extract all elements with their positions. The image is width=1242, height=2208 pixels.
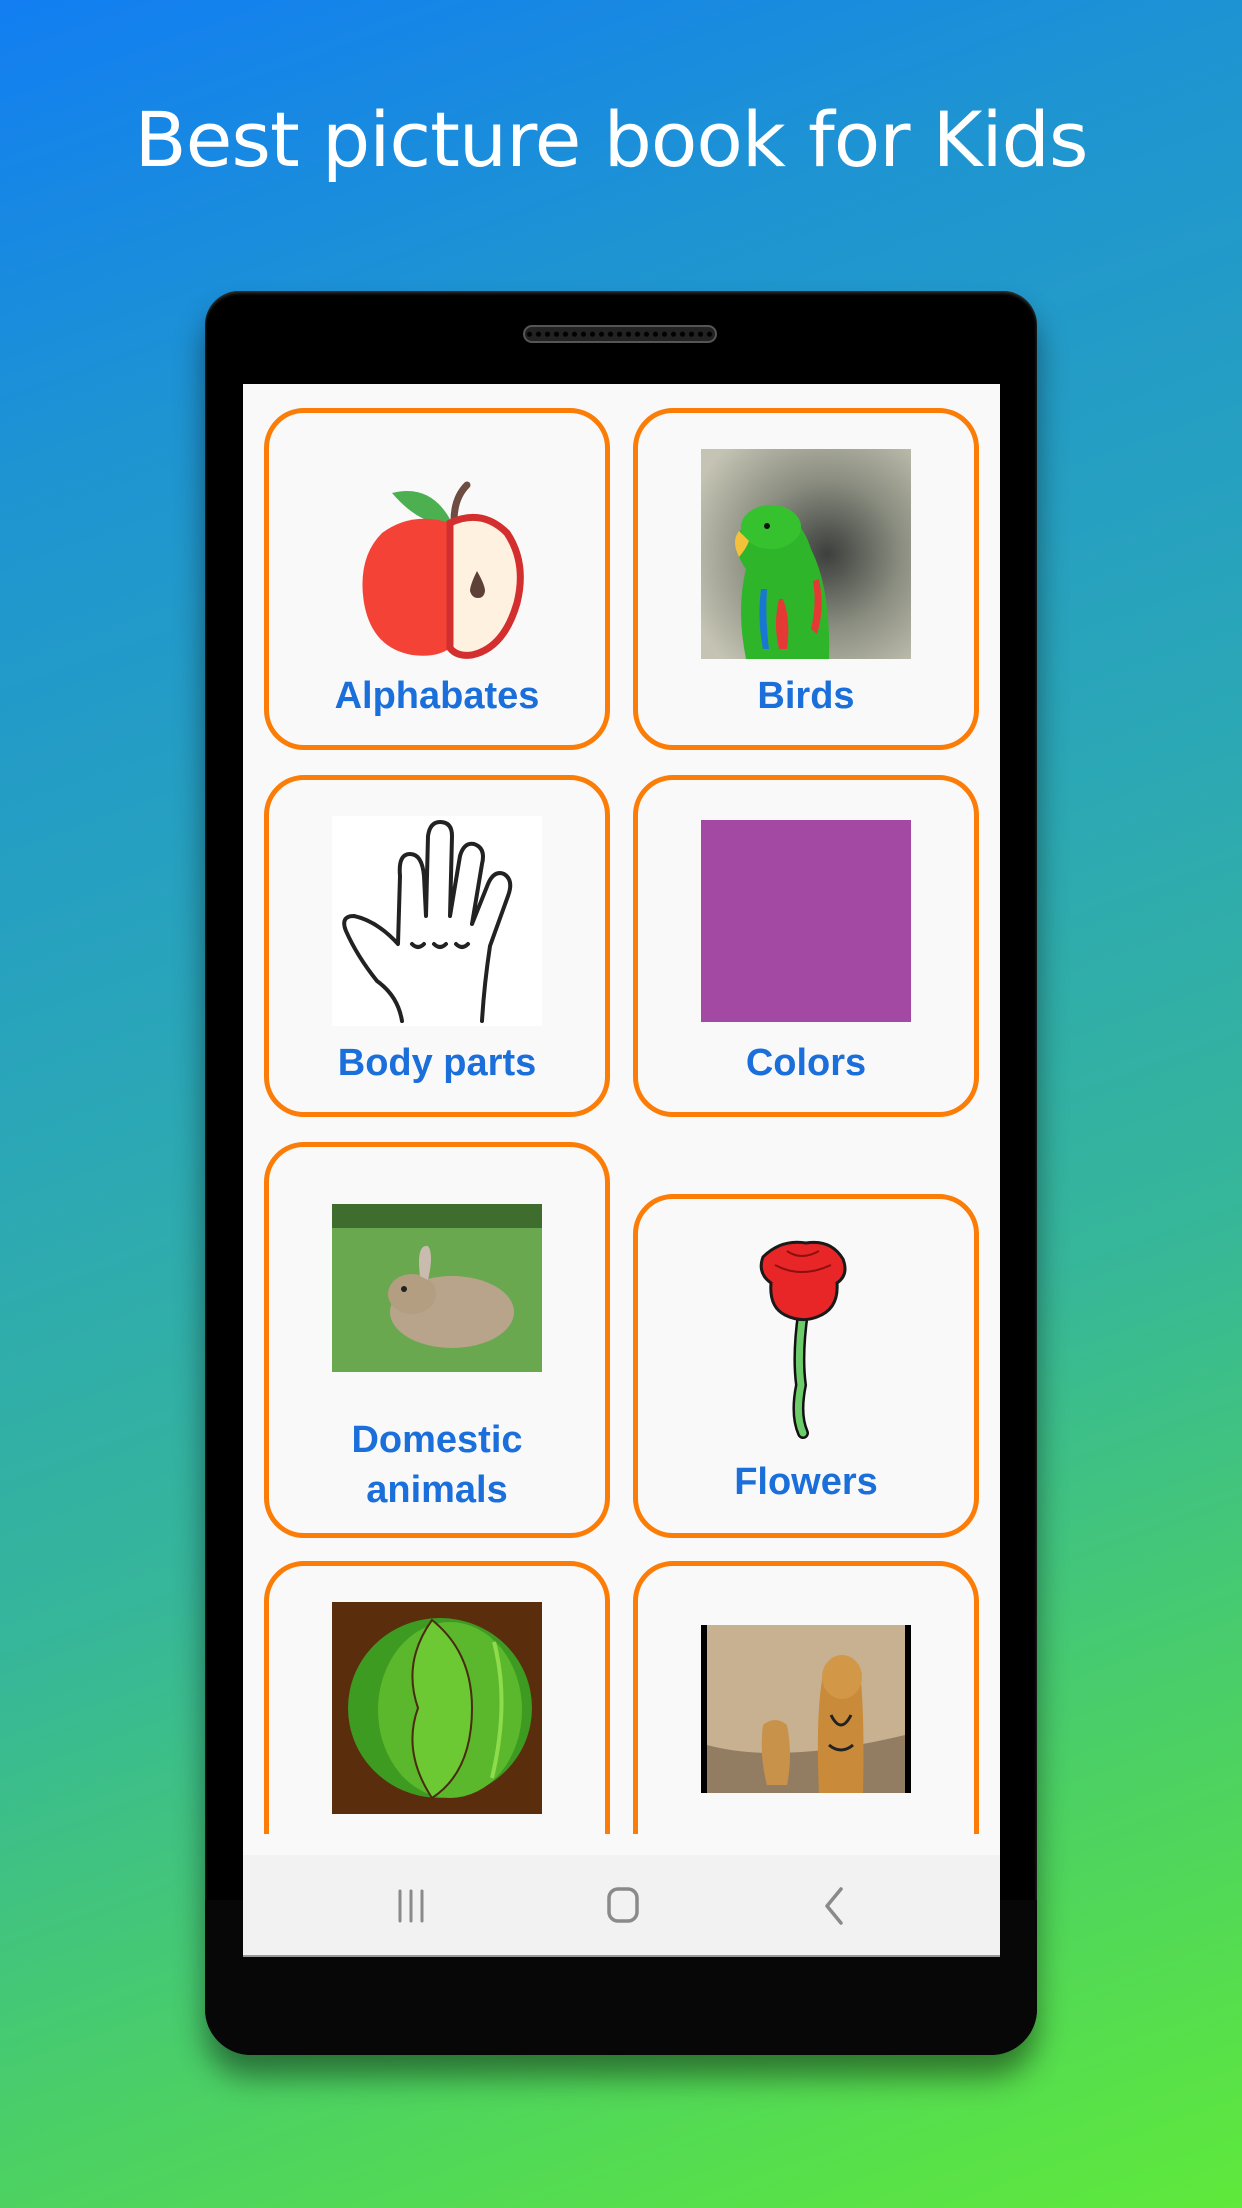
- recent-apps-button[interactable]: [381, 1881, 441, 1931]
- category-card-birds[interactable]: Birds: [633, 408, 979, 750]
- purple-swatch: [701, 820, 911, 1022]
- back-icon: [825, 1887, 843, 1925]
- category-card-flowers[interactable]: Flowers: [633, 1194, 979, 1538]
- category-grid[interactable]: Alphabates Birds Body parts Colors Domes…: [243, 384, 1000, 1834]
- category-label: Birds: [757, 675, 855, 717]
- category-card-body-parts[interactable]: Body parts: [264, 775, 610, 1117]
- rose-drawing: [701, 1235, 911, 1445]
- category-card-cabbage[interactable]: [264, 1561, 610, 1834]
- back-button[interactable]: [805, 1881, 865, 1931]
- apple-icon: [332, 463, 542, 673]
- category-label: Alphabates: [334, 675, 540, 717]
- home-button[interactable]: [593, 1881, 653, 1931]
- speaker-grille-icon: [523, 325, 717, 343]
- hand-drawing: [332, 816, 542, 1026]
- category-label: Domestic animals: [351, 1419, 523, 1511]
- tiger-photo: [701, 1625, 911, 1793]
- category-label: Body parts: [337, 1042, 537, 1084]
- parrot-photo: [701, 449, 911, 659]
- rabbit-photo: [332, 1204, 542, 1372]
- recent-apps-icon: [398, 1889, 424, 1923]
- android-nav-bar: [243, 1855, 1000, 1957]
- category-label: Flowers: [734, 1461, 878, 1503]
- home-icon: [607, 1887, 639, 1923]
- category-card-tiger[interactable]: [633, 1561, 979, 1834]
- category-card-colors[interactable]: Colors: [633, 775, 979, 1117]
- cabbage-drawing: [332, 1602, 542, 1814]
- headline: Best picture book for Kids: [134, 95, 1089, 184]
- category-card-domestic-animals[interactable]: Domestic animals: [264, 1142, 610, 1538]
- category-card-alphabates[interactable]: Alphabates: [264, 408, 610, 750]
- category-label: Colors: [745, 1042, 867, 1084]
- app-screen: Alphabates Birds Body parts Colors Domes…: [243, 384, 1000, 1957]
- phone-mockup: Alphabates Birds Body parts Colors Domes…: [205, 291, 1037, 2055]
